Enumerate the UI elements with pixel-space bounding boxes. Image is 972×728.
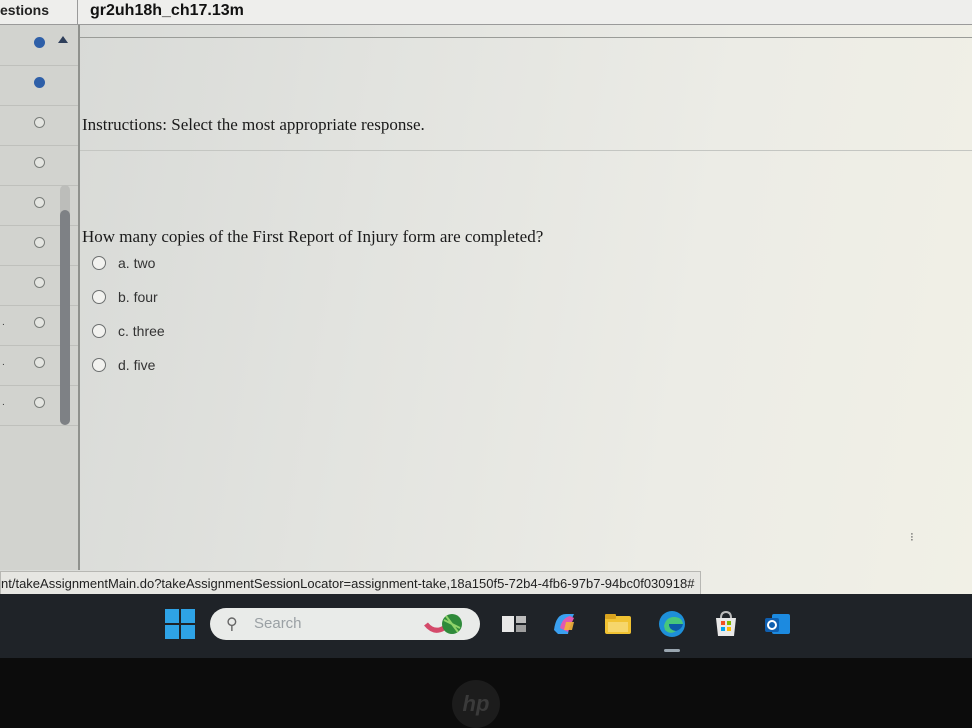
unanswered-indicator	[34, 277, 45, 288]
option-label[interactable]: d. five	[118, 357, 155, 373]
radio-button[interactable]	[92, 290, 106, 304]
answer-option-c[interactable]: c. three	[92, 320, 165, 342]
unanswered-indicator	[34, 357, 45, 368]
radio-button[interactable]	[92, 256, 106, 270]
windows-start-icon[interactable]	[164, 608, 196, 640]
question-navigator: . . .	[0, 25, 80, 570]
assignment-title: gr2uh18h_ch17.13m	[90, 2, 244, 19]
unanswered-indicator	[34, 237, 45, 248]
microsoft-store-icon[interactable]	[710, 608, 742, 640]
nav-mark: .	[2, 357, 5, 368]
unanswered-indicator	[34, 197, 45, 208]
radio-button[interactable]	[92, 358, 106, 372]
laptop-bezel: hp	[0, 658, 972, 728]
option-label[interactable]: c. three	[118, 323, 165, 339]
nav-question-3[interactable]	[0, 105, 78, 146]
watermelon-icon	[424, 614, 462, 634]
divider	[80, 150, 972, 151]
answer-option-a[interactable]: a. two	[92, 252, 155, 274]
answered-indicator	[34, 37, 45, 48]
answer-option-d[interactable]: d. five	[92, 354, 155, 376]
edge-browser-icon[interactable]	[656, 608, 688, 640]
hp-logo: hp	[452, 680, 500, 728]
answered-indicator	[34, 77, 45, 88]
navigator-scrollbar-thumb[interactable]	[60, 210, 70, 425]
caret-up-icon	[58, 36, 68, 43]
instructions-text: Instructions: Select the most appropriat…	[82, 115, 425, 134]
unanswered-indicator	[34, 397, 45, 408]
nav-question-1[interactable]	[0, 25, 78, 66]
search-icon: ⚲	[226, 616, 238, 633]
nav-mark: .	[2, 317, 5, 328]
outlook-icon[interactable]	[762, 608, 794, 640]
widgets-icon[interactable]	[498, 608, 530, 640]
taskbar-search-box[interactable]: ⚲ Search	[210, 608, 480, 640]
windows-taskbar: ⚲ Search	[0, 594, 972, 658]
nav-question-4[interactable]	[0, 145, 78, 186]
resize-handle-icon[interactable]: ⁝	[910, 530, 914, 544]
divider	[80, 37, 972, 38]
answer-option-b[interactable]: b. four	[92, 286, 158, 308]
nav-mark: .	[2, 397, 5, 408]
question-panel: Instructions: Select the most appropriat…	[80, 25, 972, 570]
assignment-header: estions gr2uh18h_ch17.13m	[0, 0, 972, 25]
search-placeholder: Search	[254, 615, 302, 632]
copilot-icon[interactable]	[548, 608, 580, 640]
question-text: How many copies of the First Report of I…	[82, 227, 544, 246]
active-app-indicator	[664, 649, 680, 652]
unanswered-indicator	[34, 117, 45, 128]
questions-tab[interactable]: estions	[0, 0, 78, 24]
option-label[interactable]: b. four	[118, 289, 158, 305]
browser-window: estions gr2uh18h_ch17.13m . . . Instruct…	[0, 0, 972, 604]
radio-button[interactable]	[92, 324, 106, 338]
option-label[interactable]: a. two	[118, 255, 155, 271]
unanswered-indicator	[34, 157, 45, 168]
unanswered-indicator	[34, 317, 45, 328]
file-explorer-icon[interactable]	[602, 608, 634, 640]
nav-question-2[interactable]	[0, 65, 78, 106]
